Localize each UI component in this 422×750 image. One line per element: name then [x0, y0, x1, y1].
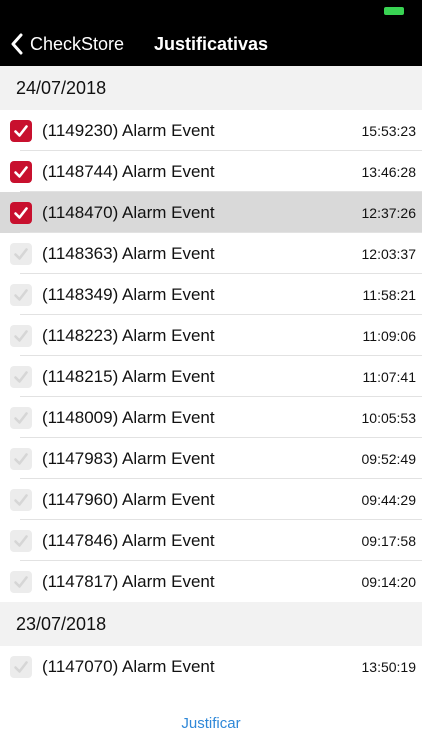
justification-list[interactable]: 24/07/2018 (1149230) Alarm Event 15:53:23(…	[0, 66, 422, 687]
item-checkbox[interactable]	[10, 406, 32, 429]
item-label: (1147070) Alarm Event	[42, 656, 215, 676]
item-time: 15:53:23	[361, 122, 417, 139]
item-checkbox[interactable]	[10, 570, 32, 593]
checkmark-icon	[14, 329, 28, 342]
status-bar	[0, 0, 422, 22]
back-button-label: CheckStore	[30, 33, 125, 54]
item-checkbox[interactable]	[10, 242, 32, 265]
list-item[interactable]: (1148470) Alarm Event 12:37:26	[0, 192, 422, 233]
item-checkbox[interactable]	[10, 365, 32, 388]
item-label: (1148009) Alarm Event	[42, 407, 215, 427]
item-checkbox[interactable]	[10, 119, 32, 142]
list-item[interactable]: (1148009) Alarm Event 10:05:53	[0, 397, 422, 438]
checkmark-icon	[14, 660, 28, 673]
list-item[interactable]: (1148744) Alarm Event 13:46:28	[0, 151, 422, 192]
list-item[interactable]: (1147960) Alarm Event 09:44:29	[0, 479, 422, 520]
item-label: (1148349) Alarm Event	[42, 284, 215, 304]
checkmark-icon	[14, 288, 28, 301]
item-time: 12:37:26	[361, 204, 417, 221]
section-header-date: 24/07/2018	[0, 66, 422, 110]
item-checkbox[interactable]	[10, 283, 32, 306]
item-time: 09:52:49	[361, 450, 417, 467]
section-header-date: 23/07/2018	[0, 602, 422, 646]
list-item[interactable]: (1147846) Alarm Event 09:17:58	[0, 520, 422, 561]
item-time: 09:44:29	[361, 491, 417, 508]
item-label: (1148223) Alarm Event	[42, 325, 215, 345]
item-label: (1148470) Alarm Event	[42, 202, 215, 222]
item-time: 12:03:37	[361, 245, 417, 262]
list-item[interactable]: (1148223) Alarm Event 11:09:06	[0, 315, 422, 356]
checkmark-icon	[14, 493, 28, 506]
checkmark-icon	[14, 575, 28, 588]
item-label: (1148363) Alarm Event	[42, 243, 215, 263]
checkmark-icon	[14, 206, 28, 219]
item-label: (1147846) Alarm Event	[42, 530, 215, 550]
battery-icon	[384, 7, 404, 15]
item-label: (1148744) Alarm Event	[42, 161, 215, 181]
checkmark-icon	[14, 165, 28, 178]
item-checkbox[interactable]	[10, 201, 32, 224]
checkmark-icon	[14, 247, 28, 260]
item-checkbox[interactable]	[10, 655, 32, 678]
item-checkbox[interactable]	[10, 447, 32, 470]
navigation-bar: Justificativas CheckStore	[0, 22, 422, 66]
checkmark-icon	[14, 124, 28, 137]
list-item[interactable]: (1148215) Alarm Event 11:07:41	[0, 356, 422, 397]
item-label: (1149230) Alarm Event	[42, 120, 215, 140]
item-time: 11:58:21	[362, 286, 416, 303]
item-label: (1147817) Alarm Event	[42, 571, 215, 591]
list-item[interactable]: (1148349) Alarm Event 11:58:21	[0, 274, 422, 315]
item-time: 13:50:19	[361, 658, 417, 675]
list-item[interactable]: (1147983) Alarm Event 09:52:49	[0, 438, 422, 479]
list-item[interactable]: (1149230) Alarm Event 15:53:23	[0, 110, 422, 151]
item-time: 09:17:58	[361, 532, 417, 549]
checkmark-icon	[14, 411, 28, 424]
item-checkbox[interactable]	[10, 488, 32, 511]
checkmark-icon	[14, 534, 28, 547]
justify-button[interactable]: Justificar	[0, 708, 422, 738]
back-button[interactable]: CheckStore	[10, 22, 124, 66]
item-time: 11:07:41	[362, 368, 416, 385]
list-item[interactable]: (1147070) Alarm Event 13:50:19	[0, 646, 422, 687]
item-time: 10:05:53	[361, 409, 417, 426]
item-time: 11:09:06	[362, 327, 416, 344]
list-item[interactable]: (1148363) Alarm Event 12:03:37	[0, 233, 422, 274]
item-checkbox[interactable]	[10, 160, 32, 183]
checkmark-icon	[14, 370, 28, 383]
item-label: (1148215) Alarm Event	[42, 366, 215, 386]
item-checkbox[interactable]	[10, 529, 32, 552]
item-label: (1147983) Alarm Event	[42, 448, 215, 468]
item-time: 09:14:20	[361, 573, 417, 590]
checkmark-icon	[14, 452, 28, 465]
item-label: (1147960) Alarm Event	[42, 489, 215, 509]
item-time: 13:46:28	[361, 163, 417, 180]
item-checkbox[interactable]	[10, 324, 32, 347]
list-item[interactable]: (1147817) Alarm Event 09:14:20	[0, 561, 422, 602]
chevron-left-icon	[11, 33, 23, 55]
